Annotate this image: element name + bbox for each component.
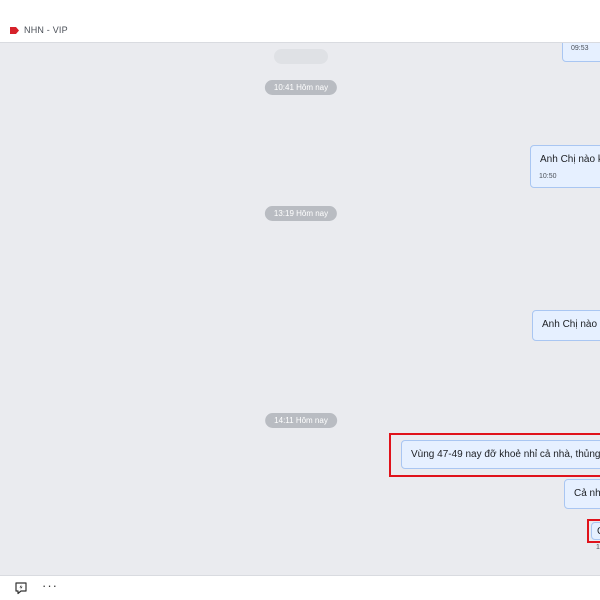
chat-header: NHN - VIP — [0, 0, 600, 43]
message-time: 1 — [596, 544, 600, 551]
time-separator: 14:11 Hôm nay — [265, 413, 337, 428]
time-separator: 10:41 Hôm nay — [264, 80, 338, 95]
message-bubble[interactable]: Cả nhà — [564, 479, 600, 509]
message-bubble[interactable]: Anh Chị nào kh — [532, 310, 600, 341]
message-time: 09:53 — [571, 45, 589, 52]
message-time: 10:50 — [539, 173, 557, 180]
time-separator-faded — [274, 49, 328, 64]
message-bubble[interactable]: C — [591, 522, 600, 540]
message-text: Anh Chị nào kh — [540, 154, 600, 165]
time-separator: 13:19 Hôm nay — [264, 206, 338, 221]
message-list[interactable]: 09:53 10:41 Hôm nay Anh Chị nào kh 10:50… — [0, 43, 600, 575]
message-text: Cả nhà — [574, 488, 600, 499]
message-bubble[interactable]: Anh Chị nào kh 10:50 — [530, 145, 600, 188]
message-text: Anh Chị nào kh — [542, 319, 600, 330]
more-options-icon[interactable]: ··· — [42, 578, 58, 593]
message-text: Vùng 47-49 nay đỡ khoẻ nhỉ cả nhà, thủng… — [411, 449, 600, 460]
message-bubble[interactable]: Vùng 47-49 nay đỡ khoẻ nhỉ cả nhà, thủng… — [401, 440, 600, 469]
chat-footer: ··· — [0, 575, 600, 600]
label-tag-icon — [10, 27, 19, 34]
conversation-label[interactable]: NHN - VIP — [24, 25, 68, 35]
message-bubble[interactable]: 09:53 — [562, 43, 600, 62]
quick-message-icon[interactable] — [14, 581, 28, 595]
